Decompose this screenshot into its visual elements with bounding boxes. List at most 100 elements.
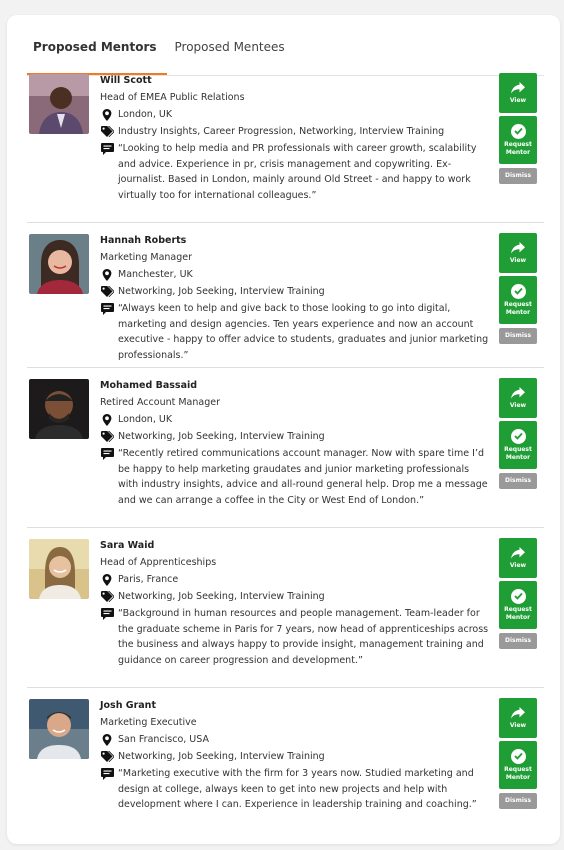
mentor-bio: “Marketing executive with the firm for 3… [100, 766, 490, 813]
speech-bubble-icon [100, 606, 114, 620]
request-mentor-button[interactable]: Request Mentor [499, 421, 537, 469]
mentor-actions: View Request Mentor Dismiss [499, 378, 537, 489]
request-label-line1: Request [504, 300, 532, 308]
check-circle-icon [510, 428, 526, 444]
location-text: Manchester, UK [118, 269, 193, 280]
request-label-line1: Request [504, 605, 532, 613]
view-label: View [509, 256, 527, 264]
mentor-info: Will Scott Head of EMEA Public Relations… [100, 72, 490, 203]
avatar [29, 699, 89, 759]
view-button[interactable]: View [499, 538, 537, 578]
bio-text: “Always keen to help and give back to th… [118, 303, 489, 361]
bio-text: “Background in human resources and peopl… [118, 608, 489, 666]
view-button[interactable]: View [499, 698, 537, 738]
request-mentor-button[interactable]: Request Mentor [499, 741, 537, 789]
request-label-line2: Mentor [505, 308, 531, 316]
mentor-card: Josh Grant Marketing Executive San Franc… [27, 687, 544, 827]
check-circle-icon [510, 123, 526, 139]
mentor-bio: “Recently retired communications account… [100, 446, 490, 508]
mentor-bio: “Always keen to help and give back to th… [100, 301, 490, 363]
tag-icon [100, 428, 114, 442]
mentor-actions: View Request Mentor Dismiss [499, 538, 537, 649]
check-circle-icon [510, 283, 526, 299]
avatar [29, 74, 89, 134]
tags-text: Networking, Job Seeking, Interview Train… [118, 751, 325, 762]
request-mentor-button[interactable]: Request Mentor [499, 276, 537, 324]
view-label: View [509, 721, 527, 729]
mentor-tags: Networking, Job Seeking, Interview Train… [100, 283, 490, 300]
speech-bubble-icon [100, 766, 114, 780]
mentor-name: Will Scott [100, 75, 152, 86]
avatar [29, 539, 89, 599]
share-arrow-icon [511, 241, 525, 253]
mentor-tags: Networking, Job Seeking, Interview Train… [100, 428, 490, 445]
mentor-name: Sara Waid [100, 540, 155, 551]
mentor-tags: Industry Insights, Career Progression, N… [100, 123, 490, 140]
mentor-name: Hannah Roberts [100, 235, 187, 246]
mentor-name: Josh Grant [100, 700, 156, 711]
map-pin-icon [100, 106, 114, 121]
mentor-card: Mohamed Bassaid Retired Account Manager … [27, 367, 544, 528]
avatar [29, 379, 89, 439]
request-label-line1: Request [504, 445, 532, 453]
speech-bubble-icon [100, 141, 114, 155]
view-label: View [509, 561, 527, 569]
mentor-job-title: Marketing Executive [100, 717, 197, 728]
dismiss-button[interactable]: Dismiss [499, 328, 537, 344]
mentor-location: San Francisco, USA [100, 731, 490, 748]
mentor-card: Hannah Roberts Marketing Manager Manches… [27, 222, 544, 368]
dismiss-button[interactable]: Dismiss [499, 793, 537, 809]
check-circle-icon [510, 588, 526, 604]
mentor-bio: “Looking to help media and PR profession… [100, 141, 490, 203]
dismiss-button[interactable]: Dismiss [499, 473, 537, 489]
mentor-card: Will Scott Head of EMEA Public Relations… [27, 62, 544, 223]
tag-icon [100, 123, 114, 137]
map-pin-icon [100, 731, 114, 746]
view-label: View [509, 96, 527, 104]
request-label-line2: Mentor [505, 453, 531, 461]
request-mentor-button[interactable]: Request Mentor [499, 116, 537, 164]
request-label-line1: Request [504, 765, 532, 773]
mentor-location: Paris, France [100, 571, 490, 588]
request-label-line2: Mentor [505, 613, 531, 621]
mentors-panel: Proposed Mentors Proposed Mentees Will S… [7, 15, 560, 844]
share-arrow-icon [511, 706, 525, 718]
request-mentor-button[interactable]: Request Mentor [499, 581, 537, 629]
mentor-info: Mohamed Bassaid Retired Account Manager … [100, 377, 490, 508]
bio-text: “Marketing executive with the firm for 3… [118, 768, 477, 810]
request-label-line2: Mentor [505, 148, 531, 156]
share-arrow-icon [511, 81, 525, 93]
view-label: View [509, 401, 527, 409]
location-text: San Francisco, USA [118, 734, 209, 745]
request-label-line2: Mentor [505, 773, 531, 781]
speech-bubble-icon [100, 446, 114, 460]
tags-text: Industry Insights, Career Progression, N… [118, 126, 445, 137]
map-pin-icon [100, 266, 114, 281]
mentor-job-title: Head of Apprenticeships [100, 557, 217, 568]
dismiss-button[interactable]: Dismiss [499, 633, 537, 649]
dismiss-button[interactable]: Dismiss [499, 168, 537, 184]
tags-text: Networking, Job Seeking, Interview Train… [118, 591, 325, 602]
tags-text: Networking, Job Seeking, Interview Train… [118, 431, 325, 442]
tag-icon [100, 748, 114, 762]
mentor-job-title: Head of EMEA Public Relations [100, 92, 245, 103]
mentor-actions: View Request Mentor Dismiss [499, 73, 537, 184]
view-button[interactable]: View [499, 233, 537, 273]
bio-text: “Looking to help media and PR profession… [118, 143, 477, 201]
share-arrow-icon [511, 386, 525, 398]
mentor-tags: Networking, Job Seeking, Interview Train… [100, 748, 490, 765]
mentor-location: London, UK [100, 411, 490, 428]
bio-text: “Recently retired communications account… [118, 448, 488, 506]
mentor-info: Josh Grant Marketing Executive San Franc… [100, 697, 490, 813]
mentor-bio: “Background in human resources and peopl… [100, 606, 490, 668]
mentor-card: Sara Waid Head of Apprenticeships Paris,… [27, 527, 544, 688]
mentor-tags: Networking, Job Seeking, Interview Train… [100, 588, 490, 605]
map-pin-icon [100, 411, 114, 426]
view-button[interactable]: View [499, 378, 537, 418]
check-circle-icon [510, 748, 526, 764]
view-button[interactable]: View [499, 73, 537, 113]
tag-icon [100, 283, 114, 297]
mentor-info: Sara Waid Head of Apprenticeships Paris,… [100, 537, 490, 668]
tags-text: Networking, Job Seeking, Interview Train… [118, 286, 325, 297]
map-pin-icon [100, 571, 114, 586]
